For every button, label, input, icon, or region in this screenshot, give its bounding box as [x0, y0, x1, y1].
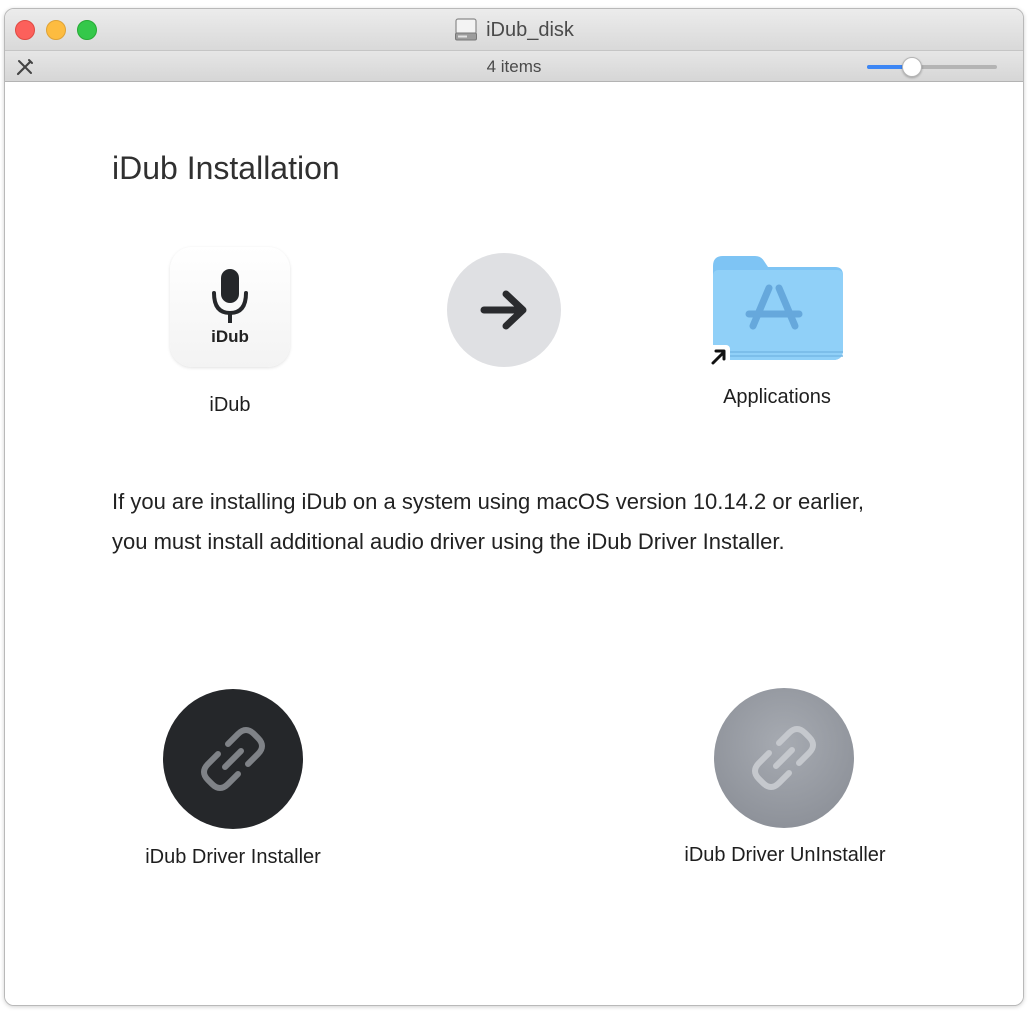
status-bar: 4 items: [5, 50, 1023, 82]
link-icon: [201, 727, 265, 791]
window-title-text: iDub_disk: [486, 18, 574, 41]
idub-app-icon[interactable]: iDub: [170, 247, 290, 367]
slider-knob[interactable]: [902, 57, 923, 77]
driver-uninstaller-icon[interactable]: [714, 688, 854, 828]
driver-uninstaller-label: iDub Driver UnInstaller: [684, 844, 886, 866]
arrow-right-icon: [480, 290, 527, 330]
applications-folder[interactable]: [708, 242, 849, 377]
driver-installer-icon[interactable]: [163, 689, 303, 829]
driver-installer-label: iDub Driver Installer: [145, 846, 321, 868]
title-bar[interactable]: iDub_disk: [5, 9, 1023, 50]
app-icon-text: iDub: [211, 327, 249, 346]
finder-window: iDub_disk 4 items iDub Installation iDub…: [4, 8, 1024, 1006]
installer-heading: iDub Installation: [112, 150, 340, 186]
dmg-background: iDub Installation iDub iDub Applications…: [5, 82, 1023, 1005]
link-icon: [752, 726, 816, 790]
driver-note: If you are installing iDub on a system u…: [112, 489, 865, 554]
idub-app-label: iDub: [209, 394, 251, 416]
disk-icon: [454, 18, 478, 42]
applications-label: Applications: [723, 386, 831, 408]
microphone-icon: [212, 269, 248, 323]
window-title: iDub_disk: [5, 18, 1023, 42]
drag-arrow: [447, 253, 561, 367]
alias-arrow-icon: [708, 345, 730, 367]
icon-size-slider[interactable]: [867, 57, 997, 77]
